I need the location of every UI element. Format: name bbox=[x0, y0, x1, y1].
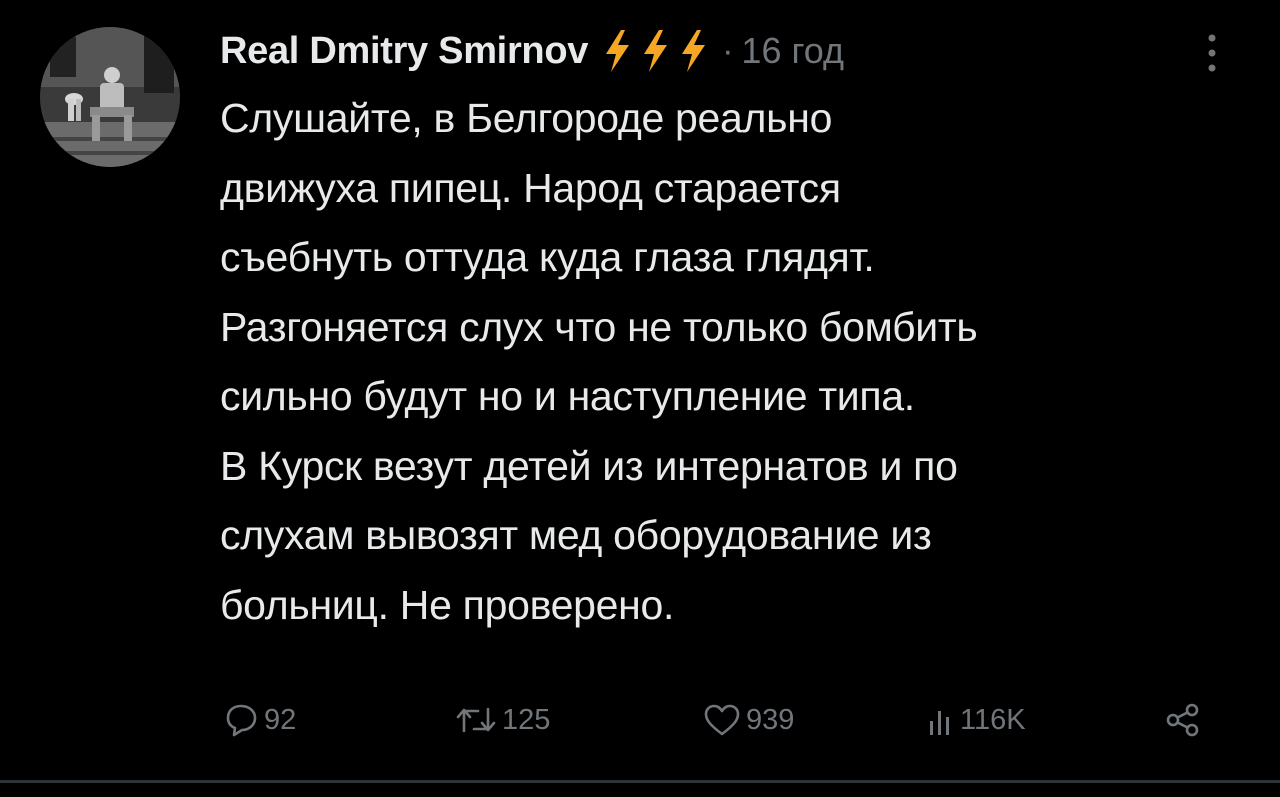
tweet-text: Слушайте, в Белгороде реально движуха пи… bbox=[220, 84, 1270, 640]
like-button[interactable]: 939 bbox=[702, 690, 794, 750]
views-count: 116K bbox=[960, 703, 1026, 736]
action-bar: 92 125 939 116K bbox=[0, 690, 1280, 750]
lightning-bolt-icon bbox=[682, 30, 706, 72]
like-count: 939 bbox=[746, 703, 795, 736]
badge-icons bbox=[602, 29, 716, 73]
reply-count: 92 bbox=[264, 703, 297, 736]
share-button[interactable] bbox=[1163, 690, 1207, 750]
timestamp[interactable]: 16 год bbox=[741, 30, 844, 72]
avatar[interactable] bbox=[40, 27, 180, 167]
avatar-photo bbox=[40, 27, 180, 167]
lightning-bolt-icon bbox=[606, 30, 630, 72]
divider bbox=[0, 780, 1280, 783]
heart-icon bbox=[704, 704, 740, 736]
more-options-icon[interactable] bbox=[1202, 30, 1222, 76]
separator-dot: · bbox=[722, 31, 734, 70]
share-icon bbox=[1166, 703, 1199, 737]
tweet-text-line: сильно будут но и наступление типа. bbox=[220, 373, 915, 419]
retweet-count: 125 bbox=[502, 703, 551, 736]
tweet-header: Real Dmitry Smirnov · 16 год bbox=[220, 24, 844, 78]
tweet-text-line: движуха пипец. Народ старается bbox=[220, 164, 841, 211]
tweet-text-line: больниц. Не проверено. bbox=[220, 581, 675, 628]
tweet-text-line: съебнуть оттуда куда глаза глядят. bbox=[220, 234, 875, 280]
reply-icon bbox=[226, 704, 257, 737]
display-name[interactable]: Real Dmitry Smirnov bbox=[220, 30, 588, 73]
reply-button[interactable]: 92 bbox=[222, 690, 296, 750]
tweet-text-line: В Курск везут детей из интернатов и по bbox=[220, 442, 958, 489]
tweet-text-line: слухам вывозят мед оборудование из bbox=[220, 512, 932, 558]
retweet-icon bbox=[456, 707, 496, 733]
tweet-text-line: Слушайте, в Белгороде реально bbox=[220, 95, 833, 141]
retweet-button[interactable]: 125 bbox=[454, 690, 550, 750]
tweet: Real Dmitry Smirnov · 16 год Слушайте, в… bbox=[0, 0, 1280, 797]
views-chart-icon bbox=[930, 711, 949, 735]
lightning-bolt-icon bbox=[644, 30, 668, 72]
tweet-text-line: Разгоняется слух что не только бомбить bbox=[220, 303, 978, 350]
views-button[interactable]: 116K bbox=[926, 690, 1026, 750]
